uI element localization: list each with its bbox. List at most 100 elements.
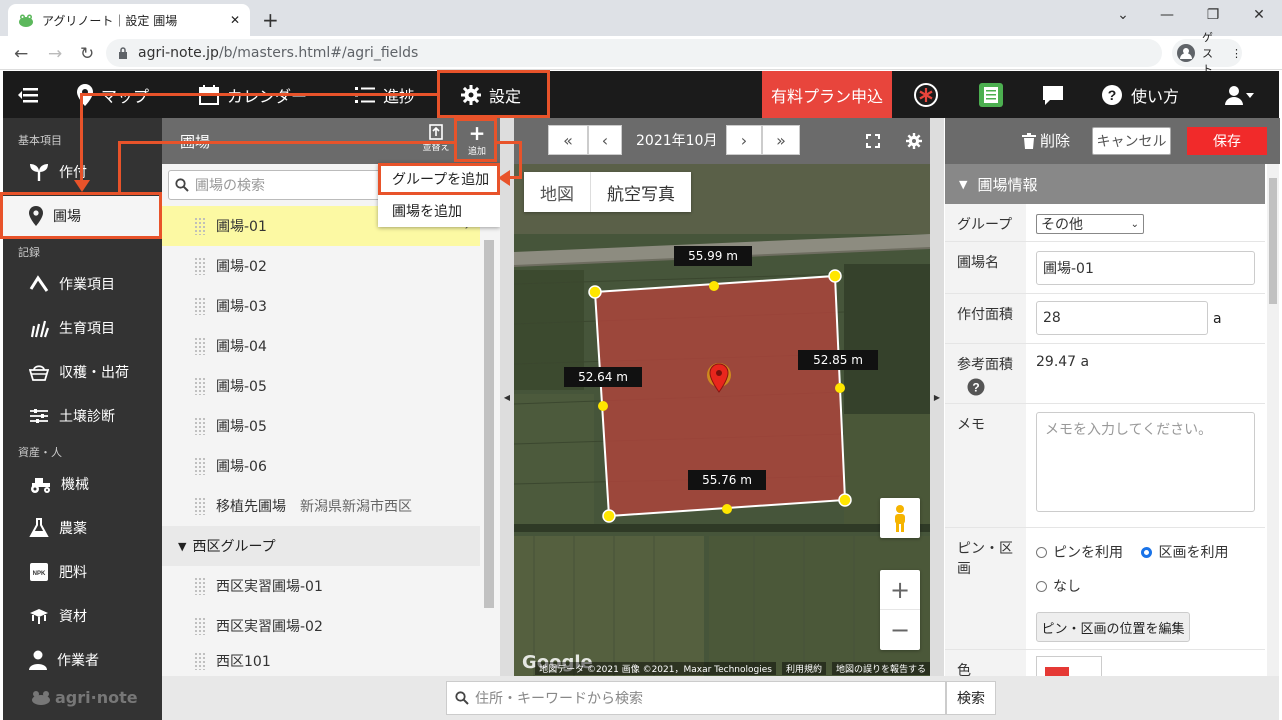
trash-icon — [1022, 132, 1036, 149]
zoom-in-button[interactable]: + — [880, 570, 920, 610]
sidebar-item-pesticide[interactable]: 農薬 — [3, 508, 162, 548]
save-button[interactable]: 保存 — [1187, 127, 1267, 155]
prev-month-button[interactable]: ‹ — [588, 125, 622, 155]
field-row[interactable]: 圃場-05 — [162, 406, 480, 446]
browser-menu-icon[interactable]: ⋮ — [1231, 47, 1242, 60]
sidebar-item-growth[interactable]: 生育項目 — [3, 308, 162, 348]
close-tab-icon[interactable]: ✕ — [230, 13, 240, 27]
sidebar-item-materials[interactable]: 資材 — [3, 596, 162, 636]
drag-handle-icon[interactable] — [194, 257, 206, 275]
field-row[interactable]: 西区101 — [162, 646, 480, 676]
drag-handle-icon[interactable] — [194, 297, 206, 315]
close-window-icon[interactable]: ✕ — [1236, 0, 1282, 30]
back-icon[interactable]: ← — [14, 44, 28, 64]
annotation-arrow-icon — [498, 170, 510, 186]
detail-scrollbar[interactable] — [1267, 164, 1279, 676]
cancel-button[interactable]: キャンセル — [1092, 127, 1171, 155]
zoom-out-button[interactable]: − — [880, 610, 920, 650]
field-info-header[interactable]: ▼ 圃場情報 — [945, 164, 1265, 204]
drag-handle-icon[interactable] — [194, 652, 206, 670]
drag-handle-icon[interactable] — [194, 377, 206, 395]
sidebar-item-label: 資材 — [59, 609, 87, 625]
drag-handle-icon[interactable] — [194, 617, 206, 635]
address-search-input[interactable]: 住所・キーワードから検索 — [446, 681, 946, 715]
notebook-icon[interactable] — [978, 82, 1004, 108]
sidebar-item-soil[interactable]: 土壌診断 — [3, 396, 162, 436]
field-row[interactable]: 圃場-03 — [162, 286, 480, 326]
tab-search-icon[interactable]: ⌄ — [1100, 0, 1146, 30]
prev-year-button[interactable]: « — [548, 125, 588, 155]
url-input[interactable]: agri-note.jp/b/masters.html#/agri_fields — [106, 39, 1162, 67]
drag-handle-icon[interactable] — [194, 417, 206, 435]
status-icon[interactable] — [913, 82, 939, 108]
paid-plan-button[interactable]: 有料プラン申込 — [762, 71, 892, 118]
map-credits: 地図データ ©2021 画像 ©2021，Maxar Technologies — [535, 661, 776, 675]
new-tab-icon[interactable]: + — [262, 8, 279, 32]
maximize-icon[interactable]: ❐ — [1190, 0, 1236, 30]
collapse-right-handle[interactable]: ▶ — [930, 118, 944, 676]
map-type-satellite-button[interactable]: 航空写真 — [591, 172, 691, 212]
field-row[interactable]: 圃場-06 — [162, 446, 480, 486]
browser-tab[interactable]: アグリノート｜設定 圃場 ✕ — [8, 4, 250, 36]
menu-item-add-field[interactable]: 圃場を追加 — [378, 195, 500, 227]
satellite-map[interactable]: 55.99 m 52.85 m 55.76 m 52.64 m 地図 航空写真 … — [514, 164, 930, 676]
form-row-color: 色 — [945, 650, 1265, 679]
drag-handle-icon[interactable] — [194, 497, 206, 515]
sort-icon — [429, 124, 443, 140]
next-year-button[interactable]: » — [762, 125, 800, 155]
sidebar-item-tasks[interactable]: 作業項目 — [3, 264, 162, 304]
field-row[interactable]: 西区実習圃場-02 — [162, 606, 480, 646]
group-select[interactable]: その他 ⌄ — [1036, 214, 1144, 234]
list-scrollbar[interactable] — [484, 240, 494, 608]
detail-scroll-thumb[interactable] — [1269, 178, 1277, 304]
radio-none[interactable]: なし — [1036, 576, 1081, 596]
address-search-button[interactable]: 検索 — [946, 681, 996, 715]
drag-handle-icon[interactable] — [194, 337, 206, 355]
delete-button[interactable]: 削除 — [1022, 130, 1070, 151]
forward-icon[interactable]: → — [48, 44, 62, 64]
fullscreen-icon[interactable] — [866, 134, 880, 148]
field-search-input[interactable]: 圃場の検索 — [168, 170, 384, 200]
field-row[interactable]: 圃場-02 — [162, 246, 480, 286]
sort-button[interactable]: 並替え — [420, 124, 452, 153]
map-settings-icon[interactable] — [906, 133, 922, 149]
field-row[interactable]: 圃場-05 — [162, 366, 480, 406]
user-menu-button[interactable] — [1225, 71, 1255, 118]
color-picker[interactable] — [1036, 656, 1102, 677]
map-type-map-button[interactable]: 地図 — [524, 172, 591, 212]
edit-position-button[interactable]: ピン・区画の位置を編集 — [1036, 612, 1190, 642]
street-view-button[interactable] — [880, 498, 920, 538]
sidebar-item-workers[interactable]: 作業者 — [3, 640, 162, 680]
drag-handle-icon[interactable] — [194, 577, 206, 595]
reload-icon[interactable]: ↻ — [80, 44, 94, 64]
profile-button[interactable]: ゲスト ⋮ — [1172, 31, 1242, 76]
help-button[interactable]: ? 使い方 — [1101, 71, 1179, 118]
map-marker-icon[interactable] — [706, 362, 732, 398]
field-row[interactable]: 移植先圃場 新潟県新潟市西区 — [162, 486, 480, 526]
field-row[interactable]: 圃場-04 — [162, 326, 480, 366]
chat-icon[interactable] — [1040, 82, 1066, 108]
radio-area[interactable]: 区画を利用 — [1141, 542, 1228, 562]
sidebar-item-fertilizer[interactable]: NPK 肥料 — [3, 552, 162, 592]
report-link[interactable]: 地図の誤りを報告する — [831, 661, 930, 675]
sidebar-item-harvest[interactable]: 収穫・出荷 — [3, 352, 162, 392]
sidebar-item-machinery[interactable]: 機械 — [3, 464, 162, 504]
group-select-value: その他 — [1041, 217, 1083, 233]
drag-handle-icon[interactable] — [194, 457, 206, 475]
next-month-button[interactable]: › — [726, 125, 762, 155]
caret-down-icon: ▼ — [959, 177, 968, 191]
annotation-line — [118, 141, 121, 192]
collapse-menu-button[interactable] — [17, 71, 39, 118]
drag-handle-icon[interactable] — [194, 217, 206, 235]
name-input[interactable]: 圃場-01 — [1036, 251, 1255, 285]
group-header[interactable]: ▼ 西区グループ — [162, 526, 480, 566]
minimize-icon[interactable]: — — [1144, 0, 1190, 30]
group-label: グループ — [945, 204, 1026, 241]
area-input[interactable]: 28 — [1036, 301, 1208, 335]
memo-textarea[interactable]: メモを入力してください。 — [1036, 412, 1255, 512]
collapse-left-handle[interactable]: ◀ — [500, 118, 514, 676]
pin-radio-group: ピンを利用 区画を利用 — [1036, 542, 1242, 562]
field-row[interactable]: 西区実習圃場-01 — [162, 566, 480, 606]
radio-pin[interactable]: ピンを利用 — [1036, 542, 1123, 562]
terms-link[interactable]: 利用規約 — [781, 661, 826, 675]
